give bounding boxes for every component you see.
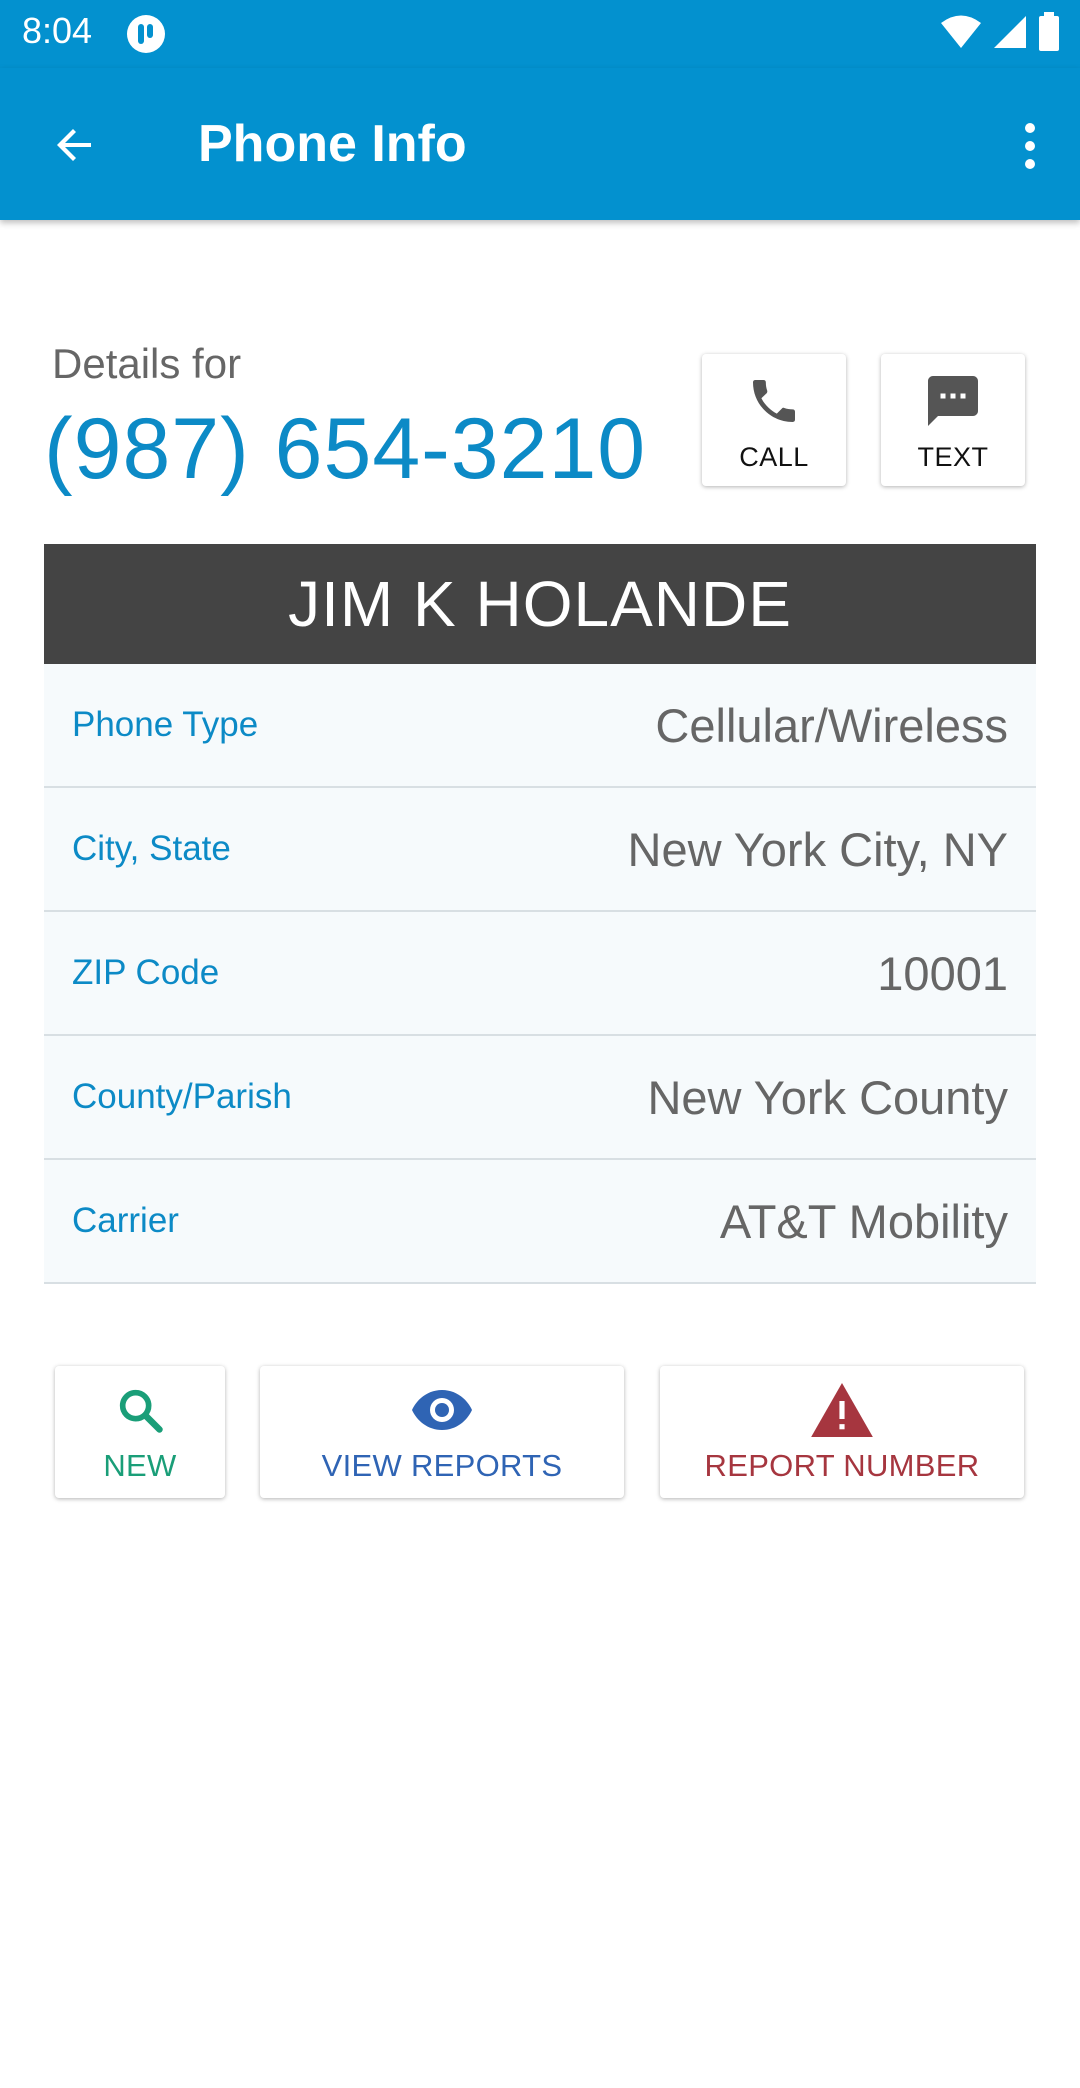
message-icon (923, 368, 983, 434)
info-label: City, State (72, 829, 231, 868)
text-label: TEXT (917, 442, 989, 472)
more-vert-icon (1022, 122, 1038, 175)
info-label: Carrier (72, 1201, 179, 1240)
wifi-icon (940, 14, 982, 55)
eye-icon (410, 1382, 474, 1438)
info-value: New York City, NY (627, 822, 1008, 876)
app-notification-icon (126, 14, 166, 54)
report-number-label: REPORT NUMBER (704, 1448, 980, 1483)
signal-icon (992, 14, 1028, 55)
info-label: County/Parish (72, 1077, 292, 1116)
overflow-menu-button[interactable] (1000, 108, 1060, 188)
info-table: Phone Type Cellular/Wireless City, State… (44, 664, 1036, 1284)
info-label: Phone Type (72, 705, 259, 744)
details-label: Details for (52, 340, 242, 387)
search-icon (114, 1382, 166, 1438)
battery-icon (1038, 11, 1060, 57)
back-arrow-icon (51, 121, 99, 174)
view-reports-button[interactable]: VIEW REPORTS (260, 1366, 624, 1498)
app-bar: Phone Info (0, 68, 1080, 220)
back-button[interactable] (40, 112, 110, 182)
new-search-button[interactable]: NEW (55, 1366, 225, 1498)
info-value: New York County (647, 1070, 1008, 1124)
info-value: AT&T Mobility (719, 1194, 1008, 1248)
info-label: ZIP Code (72, 953, 220, 992)
page-title: Phone Info (198, 115, 467, 173)
phone-icon (746, 368, 802, 434)
report-number-button[interactable]: REPORT NUMBER (660, 1366, 1024, 1498)
call-label: CALL (739, 442, 809, 472)
info-value: Cellular/Wireless (655, 698, 1008, 752)
status-icons (940, 11, 1060, 57)
warning-icon (811, 1382, 873, 1438)
call-button[interactable]: CALL (702, 354, 846, 486)
info-row-county: County/Parish New York County (44, 1036, 1036, 1160)
info-row-carrier: Carrier AT&T Mobility (44, 1160, 1036, 1284)
view-reports-label: VIEW REPORTS (321, 1448, 563, 1483)
info-row-phone-type: Phone Type Cellular/Wireless (44, 664, 1036, 788)
info-row-city-state: City, State New York City, NY (44, 788, 1036, 912)
text-button[interactable]: TEXT (881, 354, 1025, 486)
status-time: 8:04 (22, 10, 93, 51)
status-bar: 8:04 (0, 0, 1080, 68)
new-label: NEW (103, 1448, 177, 1483)
phone-number: (987) 654-3210 (44, 401, 647, 497)
owner-name-banner: JIM K HOLANDE (44, 544, 1036, 664)
info-value: 10001 (877, 946, 1008, 1000)
info-row-zip-code: ZIP Code 10001 (44, 912, 1036, 1036)
